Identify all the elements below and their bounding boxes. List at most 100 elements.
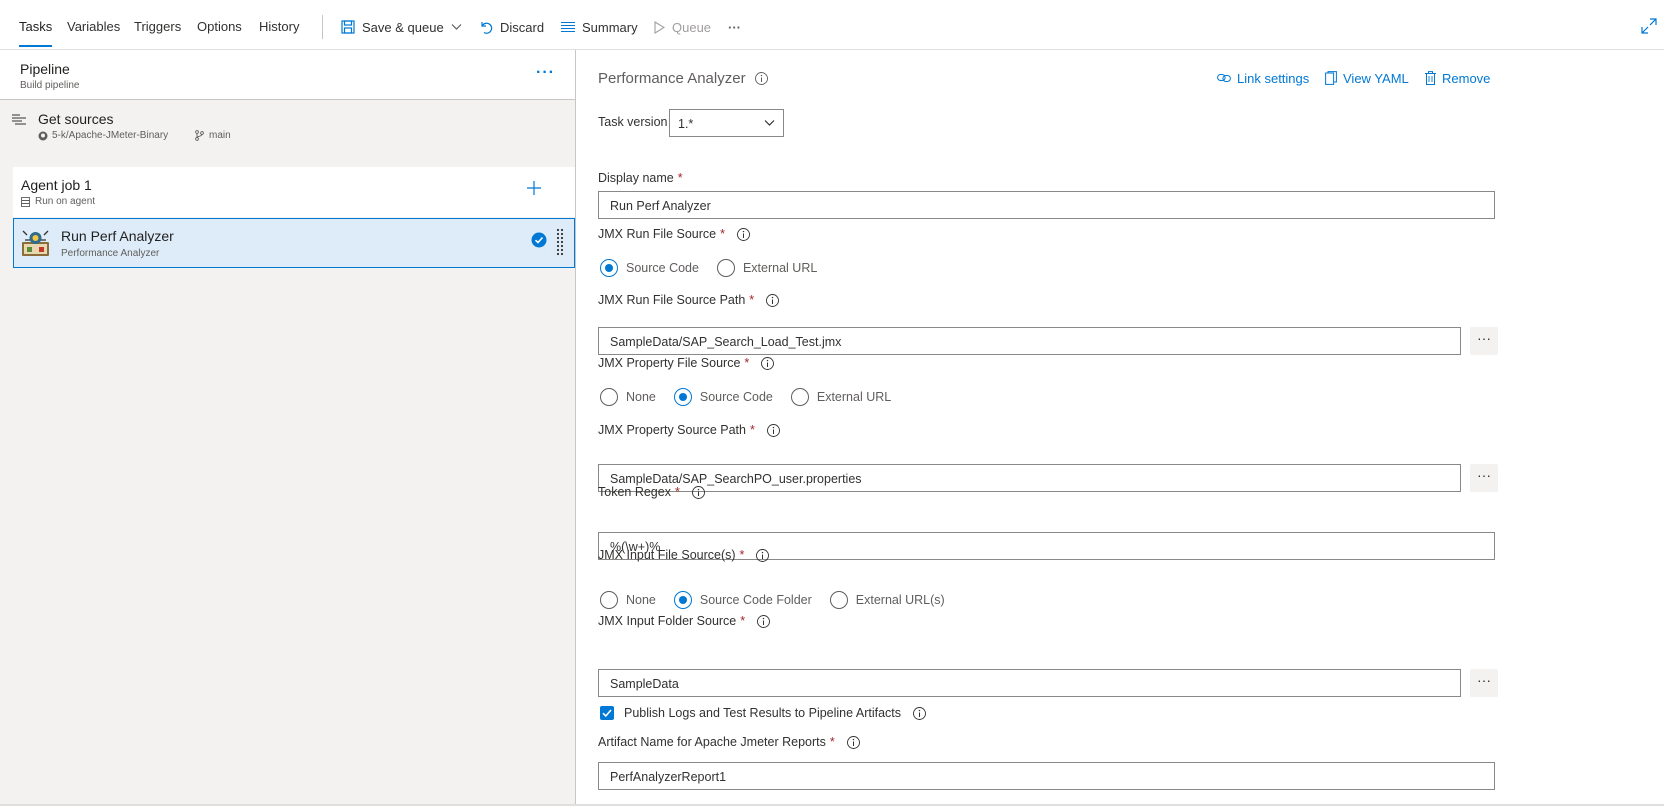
artifact-name-input[interactable]: PerfAnalyzerReport1: [598, 762, 1495, 790]
discard-button[interactable]: Discard: [479, 15, 544, 39]
save-queue-button[interactable]: Save & queue: [341, 15, 462, 39]
radio-external-url[interactable]: External URL: [790, 388, 891, 406]
tab-variables[interactable]: Variables: [67, 0, 120, 50]
summary-button[interactable]: Summary: [561, 15, 638, 39]
run-file-source-label: JMX Run File Source *: [598, 227, 750, 241]
task-version-label: Task version: [598, 115, 668, 129]
more-actions-button[interactable]: ···: [728, 15, 741, 39]
publish-artifacts-checkbox-row[interactable]: Publish Logs and Test Results to Pipelin…: [600, 706, 926, 720]
pipeline-header[interactable]: Pipeline Build pipeline ···: [0, 50, 575, 100]
radio-external-urls[interactable]: External URL(s): [829, 591, 945, 609]
queue-button[interactable]: Queue: [654, 15, 711, 39]
browse-property-file-button[interactable]: ···: [1470, 464, 1498, 492]
input-folder-input[interactable]: SampleData: [598, 669, 1461, 697]
agent-job-title: Agent job 1: [21, 177, 92, 193]
task-item-run-perf-analyzer[interactable]: Run Perf Analyzer Performance Analyzer: [13, 218, 575, 268]
input-file-source-label: JMX Input File Source(s) *: [598, 548, 770, 562]
pipeline-more-button[interactable]: ···: [536, 64, 555, 82]
undo-icon: [481, 22, 493, 34]
property-path-input[interactable]: SampleData/SAP_SearchPO_user.properties: [598, 464, 1461, 492]
toolbar-divider: [322, 15, 323, 39]
pipeline-subtitle: Build pipeline: [20, 80, 80, 91]
radio-label: External URL(s): [855, 593, 945, 607]
radio-label: Source Code: [699, 390, 773, 404]
chevron-down-icon: [764, 120, 775, 126]
view-yaml-button[interactable]: View YAML: [1325, 68, 1409, 88]
clipboard-icon: [1325, 71, 1337, 85]
required-mark: *: [720, 227, 725, 241]
input-file-source-radio-group: None Source Code Folder External URL(s): [600, 590, 963, 610]
run-file-source-label-text: JMX Run File Source: [598, 227, 717, 241]
browse-input-folder-button[interactable]: ···: [1470, 669, 1498, 697]
tab-tasks[interactable]: Tasks: [19, 0, 53, 50]
radio-source-code-folder[interactable]: Source Code Folder: [673, 591, 812, 609]
get-sources-repo: 5-k/Apache-JMeter-Binary: [38, 130, 168, 141]
input-folder-label-text: JMX Input Folder Source: [598, 614, 737, 628]
task-version-select[interactable]: 1.*: [669, 109, 784, 137]
panel-title: Performance Analyzer: [598, 70, 768, 87]
save-icon: [341, 20, 355, 34]
info-icon[interactable]: [754, 72, 768, 85]
tab-options[interactable]: Options: [197, 0, 242, 50]
artifact-name-label-text: Artifact Name for Apache Jmeter Reports: [598, 735, 826, 749]
property-file-source-label: JMX Property File Source *: [598, 356, 775, 370]
info-icon[interactable]: [766, 423, 780, 437]
radio-external-url[interactable]: External URL: [716, 259, 817, 277]
info-icon[interactable]: [691, 485, 705, 499]
info-icon[interactable]: [766, 293, 780, 307]
info-icon[interactable]: [761, 356, 775, 370]
display-name-input[interactable]: Run Perf Analyzer: [598, 191, 1495, 219]
required-mark: *: [677, 171, 683, 185]
agent-job-subtitle-text: Run on agent: [35, 196, 96, 207]
publish-artifacts-label: Publish Logs and Test Results to Pipelin…: [624, 706, 902, 720]
radio-source-code[interactable]: Source Code: [600, 259, 699, 277]
link-settings-label: Link settings: [1237, 70, 1310, 86]
info-icon[interactable]: [756, 548, 770, 562]
radio-label: None: [626, 390, 656, 404]
run-file-path-input[interactable]: SampleData/SAP_Search_Load_Test.jmx: [598, 327, 1461, 355]
view-yaml-label: View YAML: [1343, 70, 1409, 86]
save-queue-label: Save & queue: [362, 19, 444, 35]
agent-job-item[interactable]: Agent job 1 Run on agent: [13, 167, 575, 217]
link-settings-button[interactable]: Link settings: [1217, 68, 1309, 88]
radio-circle: [716, 259, 735, 277]
required-mark: *: [674, 485, 680, 499]
radio-none[interactable]: None: [600, 591, 656, 609]
required-mark: *: [829, 735, 835, 749]
info-icon[interactable]: [757, 614, 771, 628]
required-mark: *: [739, 548, 745, 562]
summary-label: Summary: [582, 19, 638, 35]
play-icon: [654, 20, 665, 34]
remove-button[interactable]: Remove: [1425, 68, 1490, 88]
radio-label: None: [626, 593, 656, 607]
info-icon[interactable]: [913, 706, 926, 720]
required-mark: *: [749, 293, 755, 307]
link-icon: [1217, 74, 1231, 82]
radio-none[interactable]: None: [600, 388, 656, 406]
required-mark: *: [740, 614, 746, 628]
get-sources-title: Get sources: [38, 111, 114, 127]
display-name-label-text: Display name: [598, 171, 674, 185]
tab-history[interactable]: History: [259, 0, 299, 50]
get-sources-item[interactable]: [0, 101, 575, 156]
trash-icon: [1425, 71, 1436, 85]
get-sources-icon: [12, 114, 26, 125]
property-file-source-radio-group: None Source Code External URL: [600, 387, 909, 407]
browse-run-file-button[interactable]: ···: [1470, 327, 1498, 355]
required-mark: *: [744, 356, 750, 370]
info-icon[interactable]: [737, 227, 750, 241]
branch-name: main: [209, 130, 231, 141]
radio-circle: [600, 591, 618, 609]
info-icon[interactable]: [846, 735, 860, 749]
artifact-name-label: Artifact Name for Apache Jmeter Reports …: [598, 735, 860, 749]
run-file-path-label: JMX Run File Source Path *: [598, 293, 780, 307]
expand-icon[interactable]: [1641, 18, 1657, 34]
add-task-icon[interactable]: [525, 179, 543, 197]
publish-artifacts-checkbox[interactable]: [600, 706, 614, 720]
chevron-down-icon: [451, 24, 462, 30]
tab-triggers[interactable]: Triggers: [134, 0, 181, 50]
server-icon: [21, 196, 30, 207]
radio-source-code[interactable]: Source Code: [673, 388, 773, 406]
property-file-source-label-text: JMX Property File Source: [598, 356, 741, 370]
drag-handle-icon[interactable]: [556, 228, 564, 256]
